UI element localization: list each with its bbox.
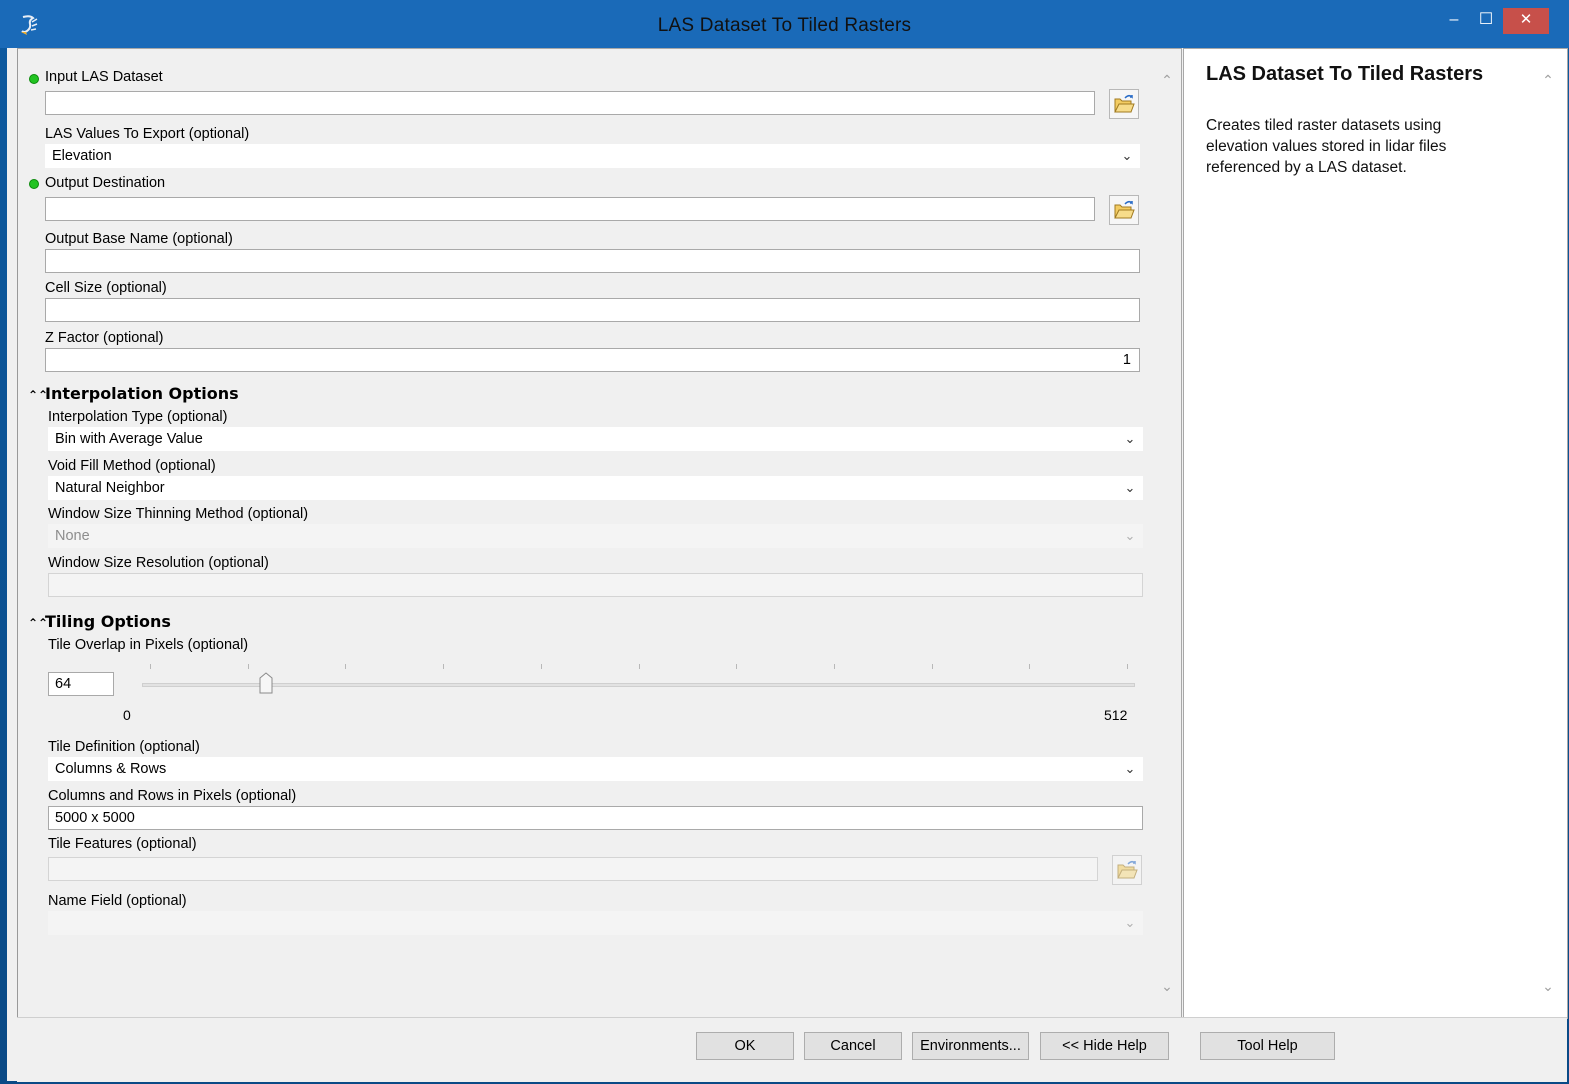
- columns-rows-field[interactable]: 5000 x 5000: [48, 806, 1143, 830]
- interpolation-options-header[interactable]: ⌃⌃Interpolation Options: [28, 384, 239, 403]
- output-destination-label: Output Destination: [45, 175, 166, 191]
- slider-max-label: 512: [1104, 707, 1128, 723]
- window-size-resolution-label: Window Size Resolution (optional): [48, 555, 269, 571]
- interpolation-type-label: Interpolation Type (optional): [48, 409, 228, 425]
- tool-help-button[interactable]: Tool Help: [1200, 1032, 1335, 1060]
- chevron-down-icon: ⌄: [1124, 480, 1136, 495]
- double-chevron-up-icon: ⌃⌃: [28, 388, 49, 402]
- cancel-button[interactable]: Cancel: [804, 1032, 902, 1060]
- close-button[interactable]: ✕: [1503, 8, 1549, 34]
- tile-definition-value: Columns & Rows: [55, 761, 167, 777]
- hide-help-button[interactable]: << Hide Help: [1040, 1032, 1169, 1060]
- output-destination-browse-button[interactable]: [1109, 195, 1139, 225]
- chevron-down-icon: ⌄: [1124, 528, 1136, 543]
- output-destination-field[interactable]: [45, 197, 1095, 221]
- las-values-value: Elevation: [52, 148, 112, 164]
- open-folder-icon: [1117, 860, 1138, 879]
- window-title: LAS Dataset To Tiled Rasters: [657, 15, 912, 36]
- minimize-button[interactable]: –: [1440, 8, 1468, 34]
- output-base-name-field[interactable]: [45, 249, 1140, 273]
- window-size-resolution-field[interactable]: [48, 573, 1143, 597]
- thinning-method-value: None: [55, 528, 90, 544]
- slider-tick: [1127, 664, 1128, 669]
- thinning-method-select[interactable]: None ⌄: [48, 524, 1143, 548]
- tile-overlap-field[interactable]: 64: [48, 672, 114, 696]
- cell-size-field[interactable]: [45, 298, 1140, 322]
- slider-tick: [931, 664, 933, 669]
- open-folder-icon: [1114, 94, 1135, 113]
- title-bar[interactable]: LAS Dataset To Tiled Rasters – ☐ ✕: [0, 0, 1569, 48]
- chevron-down-icon: ⌄: [1124, 431, 1136, 446]
- void-fill-select[interactable]: Natural Neighbor ⌄: [48, 476, 1143, 500]
- environments-button[interactable]: Environments...: [912, 1032, 1029, 1060]
- name-field-label: Name Field (optional): [48, 893, 187, 909]
- slider-tick: [345, 664, 347, 669]
- help-scroll-down-icon[interactable]: ⌄: [1539, 977, 1557, 995]
- tile-overlap-slider-thumb[interactable]: [259, 672, 273, 694]
- thinning-method-label: Window Size Thinning Method (optional): [48, 506, 309, 522]
- tile-overlap-label: Tile Overlap in Pixels (optional): [48, 637, 249, 653]
- las-values-select[interactable]: Elevation ⌄: [45, 144, 1140, 168]
- slider-tick: [736, 664, 738, 669]
- slider-min-label: 0: [123, 707, 131, 723]
- dialog-client-area: Input LAS Dataset LAS Values To Export (…: [7, 48, 1568, 1082]
- name-field-select[interactable]: ⌄: [48, 911, 1143, 935]
- ok-button[interactable]: OK: [696, 1032, 794, 1060]
- help-title: LAS Dataset To Tiled Rasters: [1206, 63, 1484, 85]
- slider-tick: [540, 664, 542, 669]
- slider-tick: [1029, 664, 1031, 669]
- tile-features-field[interactable]: [48, 857, 1098, 881]
- input-las-field[interactable]: [45, 91, 1095, 115]
- input-las-browse-button[interactable]: [1109, 89, 1139, 119]
- chevron-down-icon: ⌄: [1124, 915, 1136, 930]
- slider-tick: [638, 664, 640, 669]
- double-chevron-up-icon: ⌃⌃: [28, 616, 49, 630]
- tile-overlap-slider-track[interactable]: [142, 683, 1135, 687]
- las-values-label: LAS Values To Export (optional): [45, 126, 250, 142]
- parameters-panel: Input LAS Dataset LAS Values To Export (…: [17, 48, 1182, 1018]
- scroll-down-icon[interactable]: ⌄: [1158, 977, 1176, 995]
- input-las-label: Input LAS Dataset: [45, 69, 163, 85]
- required-indicator: [29, 179, 39, 189]
- slider-tick: [247, 664, 249, 669]
- tiling-options-title: Tiling Options: [45, 612, 171, 631]
- z-factor-field[interactable]: 1: [45, 348, 1140, 372]
- slider-tick: [150, 664, 151, 669]
- cell-size-label: Cell Size (optional): [45, 280, 167, 296]
- tile-definition-label: Tile Definition (optional): [48, 739, 200, 755]
- void-fill-value: Natural Neighbor: [55, 480, 165, 496]
- slider-tick: [443, 664, 445, 669]
- open-folder-icon: [1114, 200, 1135, 219]
- tiling-options-header[interactable]: ⌃⌃Tiling Options: [28, 612, 171, 631]
- interpolation-type-select[interactable]: Bin with Average Value ⌄: [48, 427, 1143, 451]
- tile-features-label: Tile Features (optional): [48, 836, 197, 852]
- chevron-down-icon: ⌄: [1121, 148, 1133, 163]
- help-description: Creates tiled raster datasets using elev…: [1206, 117, 1447, 176]
- help-panel: LAS Dataset To Tiled Rasters Creates til…: [1183, 48, 1568, 1019]
- help-scroll-up-icon[interactable]: ⌃: [1539, 71, 1557, 89]
- output-base-name-label: Output Base Name (optional): [45, 231, 233, 247]
- columns-rows-label: Columns and Rows in Pixels (optional): [48, 788, 297, 804]
- button-bar: OK Cancel Environments... << Hide Help T…: [17, 1017, 1567, 1082]
- maximize-button[interactable]: ☐: [1472, 8, 1500, 34]
- scroll-up-icon[interactable]: ⌃: [1158, 71, 1176, 89]
- slider-tick: [833, 664, 835, 669]
- tile-features-browse-button[interactable]: [1112, 855, 1142, 885]
- interpolation-options-title: Interpolation Options: [45, 384, 239, 403]
- z-factor-label: Z Factor (optional): [45, 330, 164, 346]
- chevron-down-icon: ⌄: [1124, 761, 1136, 776]
- void-fill-label: Void Fill Method (optional): [48, 458, 216, 474]
- required-indicator: [29, 74, 39, 84]
- tile-definition-select[interactable]: Columns & Rows ⌄: [48, 757, 1143, 781]
- interpolation-type-value: Bin with Average Value: [55, 431, 203, 447]
